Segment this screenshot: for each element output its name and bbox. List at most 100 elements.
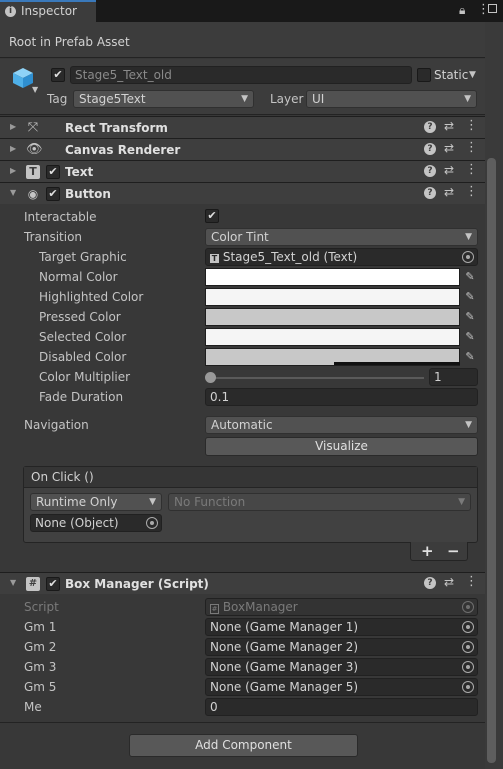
kebab-menu-icon[interactable]: ⋮ <box>465 118 478 133</box>
presets-icon[interactable]: ⇄ <box>444 141 454 155</box>
button-component-header[interactable]: ▼ ◉ ✔ Button ? ⇄ ⋮ <box>0 182 485 204</box>
icon-dropdown-arrow-icon[interactable]: ▼ <box>32 85 38 94</box>
object-picker-icon[interactable] <box>462 621 474 633</box>
runtime-dropdown[interactable]: Runtime Only ▼ <box>30 493 162 511</box>
object-field[interactable]: None (Object) <box>30 514 162 532</box>
rect-transform-icon: ⤧ <box>27 120 39 135</box>
lock-icon[interactable]: 🔒︎ <box>459 3 465 18</box>
gm5-field[interactable]: None (Game Manager 5) <box>205 678 478 696</box>
layer-label: Layer <box>270 92 304 106</box>
help-icon[interactable]: ? <box>424 121 436 133</box>
add-component-button[interactable]: Add Component <box>129 734 358 757</box>
button-component-title: Button <box>65 187 111 201</box>
box-manager-header[interactable]: ▼ # ✔ Box Manager (Script) ? ⇄ ⋮ <box>0 572 485 594</box>
script-label: Script <box>24 600 59 614</box>
function-dropdown[interactable]: No Function ▼ <box>168 493 471 511</box>
pressed-color-label: Pressed Color <box>39 310 121 324</box>
text-enabled-checkbox[interactable]: ✔ <box>46 165 60 179</box>
list-controls: + − <box>410 542 468 561</box>
object-name-field[interactable]: Stage5_Text_old <box>70 66 412 84</box>
help-icon[interactable]: ? <box>424 143 436 155</box>
target-graphic-value: Stage5_Text_old (Text) <box>222 250 358 264</box>
pressed-color-swatch[interactable] <box>205 308 460 326</box>
kebab-menu-icon[interactable]: ⋮ <box>465 184 478 199</box>
interactable-checkbox[interactable]: ✔ <box>205 209 219 223</box>
selected-color-swatch[interactable] <box>205 328 460 346</box>
me-field[interactable]: 0 <box>205 698 478 716</box>
color-multiplier-slider-track[interactable] <box>209 377 424 379</box>
eyedropper-icon[interactable]: ✎ <box>463 270 477 284</box>
chevron-down-icon: ▼ <box>465 232 472 242</box>
static-checkbox[interactable] <box>417 68 431 82</box>
fade-duration-field[interactable]: 0.1 <box>205 388 478 406</box>
navigation-dropdown[interactable]: Automatic ▼ <box>205 416 478 434</box>
text-component-header[interactable]: ▶ T ✔ Text ? ⇄ ⋮ <box>0 160 485 182</box>
color-multiplier-field[interactable]: 1 <box>429 368 478 386</box>
rect-transform-title: Rect Transform <box>65 121 168 135</box>
me-label: Me <box>24 700 42 714</box>
gm3-label: Gm 3 <box>24 660 57 674</box>
kebab-menu-icon[interactable]: ⋮ <box>465 162 478 177</box>
rect-transform-header[interactable]: ▶ ⤧ Rect Transform ? ⇄ ⋮ <box>0 116 485 138</box>
canvas-renderer-header[interactable]: ▶ 👁︎ Canvas Renderer ? ⇄ ⋮ <box>0 138 485 160</box>
fold-arrow-icon[interactable]: ▼ <box>10 188 16 197</box>
remove-listener-button[interactable]: − <box>447 542 460 560</box>
maximize-icon[interactable] <box>488 4 497 13</box>
eyedropper-icon[interactable]: ✎ <box>463 330 477 344</box>
help-icon[interactable]: ? <box>424 187 436 199</box>
gm1-field[interactable]: None (Game Manager 1) <box>205 618 478 636</box>
scrollbar-thumb[interactable] <box>487 158 496 763</box>
tab-inspector[interactable]: i Inspector <box>0 0 96 22</box>
presets-icon[interactable]: ⇄ <box>444 185 454 199</box>
fold-arrow-icon[interactable]: ▶ <box>10 166 16 175</box>
visualize-button[interactable]: Visualize <box>205 437 478 456</box>
gm2-field[interactable]: None (Game Manager 2) <box>205 638 478 656</box>
object-picker-icon[interactable] <box>462 641 474 653</box>
color-multiplier-slider-thumb[interactable] <box>205 372 216 383</box>
eyedropper-icon[interactable]: ✎ <box>463 350 477 364</box>
tag-dropdown[interactable]: Stage5Text ▼ <box>73 90 254 108</box>
presets-icon[interactable]: ⇄ <box>444 119 454 133</box>
presets-icon[interactable]: ⇄ <box>444 163 454 177</box>
normal-color-label: Normal Color <box>39 270 118 284</box>
presets-icon[interactable]: ⇄ <box>444 575 454 589</box>
kebab-menu-icon[interactable]: ⋮ <box>465 140 478 155</box>
gm2-value: None (Game Manager 2) <box>210 640 359 654</box>
eyedropper-icon[interactable]: ✎ <box>463 310 477 324</box>
static-label[interactable]: Static <box>434 68 468 82</box>
target-graphic-label: Target Graphic <box>39 250 127 264</box>
highlighted-color-swatch[interactable] <box>205 288 460 306</box>
fold-arrow-icon[interactable]: ▶ <box>10 144 16 153</box>
layer-dropdown[interactable]: UI ▼ <box>306 90 477 108</box>
eyedropper-icon[interactable]: ✎ <box>463 290 477 304</box>
function-value: No Function <box>174 495 246 509</box>
fold-arrow-icon[interactable]: ▶ <box>10 122 16 131</box>
highlighted-color-label: Highlighted Color <box>39 290 144 304</box>
gm3-value: None (Game Manager 3) <box>210 660 359 674</box>
target-graphic-field[interactable]: T Stage5_Text_old (Text) <box>205 248 478 266</box>
canvas-renderer-title: Canvas Renderer <box>65 143 181 157</box>
script-icon: # <box>26 577 40 591</box>
info-icon: i <box>5 6 16 17</box>
object-picker-icon[interactable] <box>146 517 158 529</box>
static-dropdown-arrow-icon[interactable]: ▼ <box>469 70 476 80</box>
gm3-field[interactable]: None (Game Manager 3) <box>205 658 478 676</box>
active-checkbox[interactable]: ✔ <box>51 68 65 82</box>
normal-color-swatch[interactable] <box>205 268 460 286</box>
help-icon[interactable]: ? <box>424 577 436 589</box>
kebab-menu-icon[interactable]: ⋮ <box>465 574 478 589</box>
object-value: None (Object) <box>35 516 119 530</box>
help-icon[interactable]: ? <box>424 165 436 177</box>
object-picker-icon[interactable] <box>462 681 474 693</box>
box-manager-enabled-checkbox[interactable]: ✔ <box>46 577 60 591</box>
button-enabled-checkbox[interactable]: ✔ <box>46 187 60 201</box>
object-picker-icon[interactable] <box>462 251 474 263</box>
fold-arrow-icon[interactable]: ▼ <box>10 578 16 587</box>
layer-value: UI <box>312 92 325 106</box>
transition-dropdown[interactable]: Color Tint ▼ <box>205 228 478 246</box>
disabled-color-swatch[interactable] <box>205 348 460 366</box>
object-picker-icon[interactable] <box>462 661 474 673</box>
script-value: BoxManager <box>222 600 298 614</box>
onclick-header: On Click () <box>24 467 477 488</box>
add-listener-button[interactable]: + <box>421 542 434 560</box>
